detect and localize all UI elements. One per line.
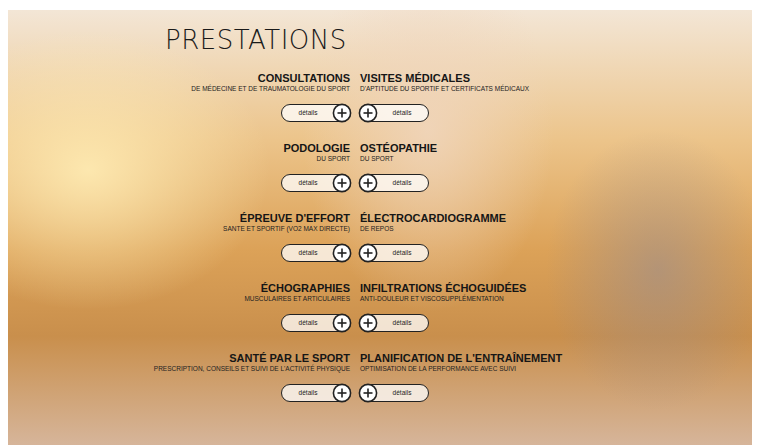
service-item: SANTÉ PAR LE SPORTPRESCRIPTION, CONSEILS… (8, 352, 350, 422)
details-button[interactable]: détails (281, 174, 351, 192)
plus-icon (332, 243, 352, 263)
service-item: ÉPREUVE D'EFFORTSANTE ET SPORTIF (VO2 MA… (8, 212, 350, 282)
details-button[interactable]: détails (359, 384, 429, 402)
details-label: détails (282, 248, 334, 258)
service-item: OSTÉOPATHIEDU SPORT détails (360, 142, 752, 212)
service-title: PLANIFICATION DE L'ENTRAÎNEMENT (360, 352, 562, 365)
details-button[interactable]: détails (281, 244, 351, 262)
service-item: ÉLECTROCARDIOGRAMMEDE REPOS détails (360, 212, 752, 282)
page-title: PRESTATIONS (165, 24, 752, 56)
plus-icon (332, 383, 352, 403)
service-subtitle: SANTE ET SPORTIF (VO2 MAX DIRECTE) (223, 225, 350, 233)
service-title: SANTÉ PAR LE SPORT (229, 352, 350, 365)
service-item: PODOLOGIEDU SPORT détails (8, 142, 350, 212)
service-subtitle: OPTIMISATION DE LA PERFORMANCE AVEC SUIV… (360, 365, 516, 373)
plus-icon (332, 313, 352, 333)
details-label: détails (282, 318, 334, 328)
service-subtitle: MUSCULAIRES ET ARTICULAIRES (244, 295, 350, 303)
service-subtitle: DU SPORT (317, 155, 350, 163)
plus-icon (332, 103, 352, 123)
service-title: ÉLECTROCARDIOGRAMME (360, 212, 506, 225)
plus-icon (358, 383, 378, 403)
details-button[interactable]: détails (281, 384, 351, 402)
details-label: détails (376, 248, 428, 258)
details-button[interactable]: détails (359, 174, 429, 192)
service-item: PLANIFICATION DE L'ENTRAÎNEMENTOPTIMISAT… (360, 352, 752, 422)
details-label: détails (376, 178, 428, 188)
service-item: INFILTRATIONS ÉCHOGUIDÉESANTI-DOULEUR ET… (360, 282, 752, 352)
service-title: ÉPREUVE D'EFFORT (240, 212, 350, 225)
services-grid: CONSULTATIONSDE MÉDECINE ET DE TRAUMATOL… (8, 72, 752, 422)
service-subtitle: PRESCRIPTION, CONSEILS ET SUIVI DE L'ACT… (154, 365, 350, 373)
details-button[interactable]: détails (281, 314, 351, 332)
service-subtitle: ANTI-DOULEUR ET VISCOSUPPLÉMENTATION (360, 295, 504, 303)
plus-icon (332, 173, 352, 193)
service-subtitle: D'APTITUDE DU SPORTIF ET CERTIFICATS MÉD… (360, 85, 529, 93)
service-title: PODOLOGIE (283, 142, 350, 155)
plus-icon (358, 173, 378, 193)
title-row: PRESTATIONS (8, 10, 752, 56)
service-title: OSTÉOPATHIE (360, 142, 437, 155)
service-title: INFILTRATIONS ÉCHOGUIDÉES (360, 282, 526, 295)
service-item: VISITES MÉDICALESD'APTITUDE DU SPORTIF E… (360, 72, 752, 142)
details-label: détails (376, 388, 428, 398)
service-subtitle: DE MÉDECINE ET DE TRAUMATOLOGIE DU SPORT (191, 85, 350, 93)
service-item: CONSULTATIONSDE MÉDECINE ET DE TRAUMATOL… (8, 72, 350, 142)
details-button[interactable]: détails (359, 104, 429, 122)
details-label: détails (282, 108, 334, 118)
service-subtitle: DU SPORT (360, 155, 393, 163)
details-button[interactable]: détails (359, 314, 429, 332)
service-title: CONSULTATIONS (258, 72, 350, 85)
plus-icon (358, 313, 378, 333)
details-label: détails (282, 388, 334, 398)
details-label: détails (376, 318, 428, 328)
service-title: VISITES MÉDICALES (360, 72, 470, 85)
details-label: détails (282, 178, 334, 188)
details-label: détails (376, 108, 428, 118)
service-title: ÉCHOGRAPHIES (261, 282, 350, 295)
service-subtitle: DE REPOS (360, 225, 394, 233)
hero-photo: PRESTATIONS CONSULTATIONSDE MÉDECINE ET D… (8, 10, 752, 445)
details-button[interactable]: détails (359, 244, 429, 262)
plus-icon (358, 243, 378, 263)
page: PRESTATIONS CONSULTATIONSDE MÉDECINE ET D… (0, 0, 778, 445)
service-item: ÉCHOGRAPHIESMUSCULAIRES ET ARTICULAIRES d… (8, 282, 350, 352)
plus-icon (358, 103, 378, 123)
details-button[interactable]: détails (281, 104, 351, 122)
